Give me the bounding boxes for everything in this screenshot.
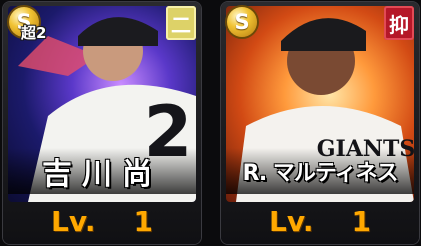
position-badge: 抑 [384, 6, 414, 40]
player-card-martinez[interactable]: GIANTS S 抑 R. マルティネス Lv. 1 [221, 2, 419, 244]
player-name: 吉川尚 [42, 157, 162, 192]
level-row: Lv. 1 [221, 199, 419, 243]
level-label: Lv. [51, 204, 96, 238]
player-name: R. マルティネス [242, 161, 398, 186]
level-value: 1 [351, 204, 371, 238]
rank-badge-icon: S [227, 7, 257, 37]
level-value: 1 [133, 204, 153, 238]
boost-level: 超2 [21, 24, 47, 42]
level-label: Lv. [269, 204, 314, 238]
player-card-yoshikawa[interactable]: 2 S 超2 二 吉川尚 Lv. 1 [3, 2, 201, 244]
player-name-plate: 吉川尚 [8, 148, 196, 194]
position-badge: 二 [166, 6, 196, 40]
level-row: Lv. 1 [3, 199, 201, 243]
player-name-plate: R. マルティネス [226, 148, 414, 194]
